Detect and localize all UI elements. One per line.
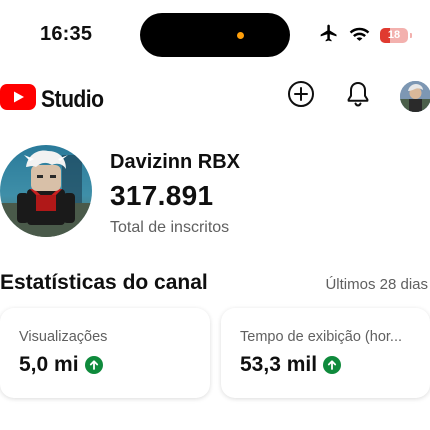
channel-name: Davizinn RBX	[110, 151, 241, 173]
stat-card-value: 5,0 mi	[19, 353, 79, 376]
stats-period: Últimos 28 dias	[325, 276, 428, 293]
add-icon	[287, 80, 315, 113]
youtube-studio-logo[interactable]: Studio	[0, 84, 112, 115]
status-time: 16:35	[40, 23, 93, 45]
wifi-icon	[349, 25, 370, 46]
dynamic-island	[140, 13, 290, 57]
stat-card-views[interactable]: Visualizações 5,0 mi	[0, 308, 210, 398]
status-bar: 16:35 18	[0, 0, 430, 70]
privacy-indicator	[237, 32, 244, 39]
stat-card-label: Visualizações	[19, 329, 108, 345]
stat-card-label: Tempo de exibição (hor...	[240, 329, 403, 345]
bell-icon	[345, 80, 371, 113]
subscriber-label: Total de inscritos	[110, 219, 230, 236]
airplane-icon	[319, 23, 339, 48]
app-header: Studio	[0, 78, 430, 118]
stats-section-title: Estatísticas do canal	[0, 271, 208, 294]
subscriber-count: 317.891	[110, 180, 214, 211]
notifications-button[interactable]	[342, 80, 374, 112]
trend-up-icon	[323, 356, 342, 374]
channel-avatar[interactable]	[0, 145, 92, 237]
stat-card-value: 53,3 mil	[240, 353, 318, 376]
create-button[interactable]	[285, 80, 317, 112]
logo-text: Studio	[41, 85, 104, 113]
youtube-logo-icon	[0, 84, 36, 115]
account-avatar[interactable]	[400, 81, 430, 112]
trend-up-icon	[84, 356, 103, 374]
battery-level: 18	[387, 29, 401, 41]
battery-icon: 18	[380, 27, 412, 43]
system-icons: 18	[319, 23, 412, 48]
stat-card-watch-time[interactable]: Tempo de exibição (hor... 53,3 mil	[221, 308, 430, 398]
